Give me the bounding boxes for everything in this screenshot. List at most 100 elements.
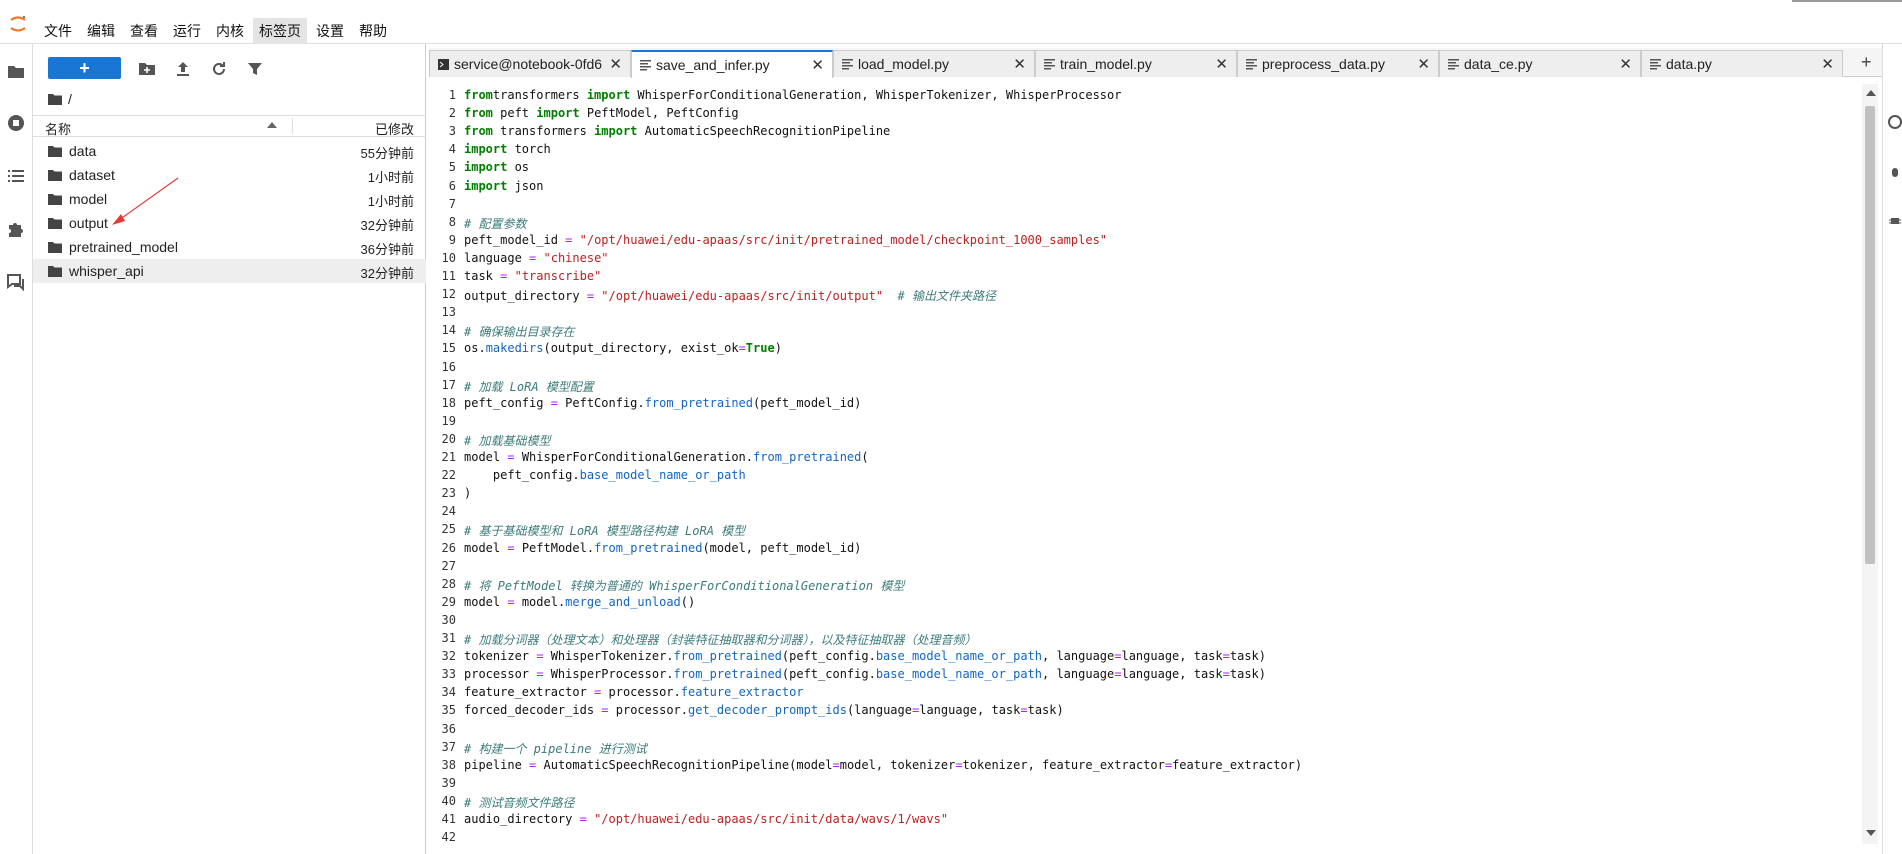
file-list-row[interactable]: output 32分钟前 — [33, 211, 426, 235]
code-line[interactable]: 20 # 加载基础模型 — [432, 432, 1872, 450]
code-line[interactable]: 6 import json — [432, 179, 1872, 197]
scroll-up-arrow-icon[interactable] — [1866, 90, 1876, 96]
new-folder-icon[interactable] — [138, 60, 156, 78]
code-line[interactable]: 24 — [432, 504, 1872, 522]
editor-tab[interactable]: train_model.py ✕ — [1035, 50, 1237, 77]
new-launcher-button[interactable]: + — [48, 57, 121, 79]
line-number: 28 — [441, 576, 456, 591]
code-line[interactable]: 22 peft_config.base_model_name_or_path — [432, 468, 1872, 486]
code-line[interactable]: 21 model = WhisperForConditionalGeneratio… — [432, 450, 1872, 468]
filter-icon[interactable] — [246, 60, 264, 78]
editor-tab[interactable]: data_ce.py ✕ — [1439, 50, 1641, 77]
folder-icon — [48, 170, 62, 181]
debugger-icon[interactable] — [1887, 164, 1902, 180]
code-editor[interactable]: 1 fromtransformers import WhisperForCondi… — [432, 84, 1880, 844]
code-line[interactable]: 29 model = model.merge_and_unload() — [432, 595, 1872, 613]
code-line[interactable]: 12 output_directory = "/opt/huawei/edu-ap… — [432, 287, 1872, 305]
close-icon[interactable]: ✕ — [1417, 55, 1430, 73]
code-line[interactable]: 7 — [432, 197, 1872, 215]
breadcrumb-root[interactable]: / — [68, 91, 72, 107]
code-line[interactable]: 31 # 加载分词器（处理文本）和处理器（封装特征抽取器和分词器），以及特征抽取器… — [432, 631, 1872, 649]
extension-puzzle-icon[interactable] — [6, 219, 26, 239]
file-list-row[interactable]: pretrained_model 36分钟前 — [33, 235, 426, 259]
scrollbar-thumb[interactable] — [1865, 106, 1875, 564]
menu-item[interactable]: 编辑 — [81, 18, 121, 44]
close-icon[interactable]: ✕ — [609, 55, 622, 73]
folder-icon[interactable] — [48, 93, 62, 105]
code-line[interactable]: 3 from transformers import AutomaticSpeec… — [432, 124, 1872, 142]
menu-item[interactable]: 运行 — [167, 18, 207, 44]
file-list-row[interactable]: model 1小时前 — [33, 187, 426, 211]
close-icon[interactable]: ✕ — [811, 56, 824, 74]
file-list-row[interactable]: data 55分钟前 — [33, 139, 426, 163]
code-line[interactable]: 5 import os — [432, 160, 1872, 178]
code-line[interactable]: 25 # 基于基础模型和 LoRA 模型路径构建 LoRA 模型 — [432, 522, 1872, 540]
close-icon[interactable]: ✕ — [1619, 55, 1632, 73]
scroll-down-arrow-icon[interactable] — [1866, 830, 1876, 836]
code-line[interactable]: 27 — [432, 559, 1872, 577]
editor-tab[interactable]: load_model.py ✕ — [833, 50, 1035, 77]
refresh-icon[interactable] — [210, 60, 228, 78]
code-line[interactable]: 33 processor = WhisperProcessor.from_pret… — [432, 667, 1872, 685]
code-line[interactable]: 42 — [432, 830, 1872, 844]
code-line[interactable]: 14 # 确保输出目录存在 — [432, 323, 1872, 341]
menu-item[interactable]: 标签页 — [253, 18, 307, 44]
menu-item[interactable]: 内核 — [210, 18, 250, 44]
close-icon[interactable]: ✕ — [1013, 55, 1026, 73]
code-token: = — [579, 812, 587, 826]
close-icon[interactable]: ✕ — [1215, 55, 1228, 73]
code-line[interactable]: 16 — [432, 360, 1872, 378]
code-line[interactable]: 11 task = "transcribe" — [432, 269, 1872, 287]
upload-icon[interactable] — [174, 60, 192, 78]
menu-item[interactable]: 查看 — [124, 18, 164, 44]
toc-list-icon[interactable] — [6, 166, 26, 186]
code-line[interactable]: 13 — [432, 305, 1872, 323]
code-line[interactable]: 23) — [432, 486, 1872, 504]
code-line[interactable]: 26 model = PeftModel.from_pretrained(mode… — [432, 541, 1872, 559]
code-line[interactable]: 17 # 加载 LoRA 模型配置 — [432, 378, 1872, 396]
column-header-modified[interactable]: 已修改 — [375, 119, 414, 138]
code-line[interactable]: 36 — [432, 722, 1872, 740]
chat-icon[interactable] — [6, 272, 26, 292]
code-line[interactable]: 34 feature_extractor = processor.feature_… — [432, 685, 1872, 703]
menu-item[interactable]: 文件 — [38, 18, 78, 44]
folder-icon[interactable] — [6, 62, 26, 82]
code-line[interactable]: 40 # 测试音频文件路径 — [432, 794, 1872, 812]
bug-icon[interactable] — [1887, 212, 1902, 228]
code-line[interactable]: 10 language = "chinese" — [432, 251, 1872, 269]
code-line[interactable]: 2 from peft import PeftModel, PeftConfig — [432, 106, 1872, 124]
code-line[interactable]: 18 peft_config = PeftConfig.from_pretrain… — [432, 396, 1872, 414]
code-token: = — [507, 450, 515, 464]
code-line[interactable]: 39 — [432, 776, 1872, 794]
code-text: import json — [464, 179, 543, 193]
code-token: os. — [464, 341, 486, 356]
code-line[interactable]: 19 — [432, 414, 1872, 432]
code-line[interactable]: 35 forced_decoder_ids = processor.get_dec… — [432, 703, 1872, 721]
file-list-row[interactable]: whisper_api 32分钟前 — [33, 259, 426, 283]
code-line[interactable]: 1 fromtransformers import WhisperForCondi… — [432, 88, 1872, 106]
code-line[interactable]: 32 tokenizer = WhisperTokenizer.from_pret… — [432, 649, 1872, 667]
sort-ascending-icon[interactable] — [267, 122, 277, 128]
editor-tab[interactable]: save_and_infer.py ✕ — [631, 50, 833, 78]
editor-tab[interactable]: data.py ✕ — [1641, 50, 1843, 77]
code-line[interactable]: 30 — [432, 613, 1872, 631]
close-icon[interactable]: ✕ — [1821, 55, 1834, 73]
menu-item[interactable]: 设置 — [310, 18, 350, 44]
add-tab-button[interactable]: + — [1861, 52, 1872, 73]
editor-tab[interactable]: preprocess_data.py ✕ — [1237, 50, 1439, 77]
menu-item[interactable]: 帮助 — [353, 18, 393, 44]
code-line[interactable]: 9 peft_model_id = "/opt/huawei/edu-apaas/… — [432, 233, 1872, 251]
property-inspector-icon[interactable] — [1887, 114, 1902, 130]
code-line[interactable]: 8 # 配置参数 — [432, 215, 1872, 233]
column-divider[interactable] — [292, 118, 293, 134]
running-icon[interactable] — [6, 113, 26, 133]
column-header-name[interactable]: 名称 — [45, 119, 71, 138]
code-line[interactable]: 41 audio_directory = "/opt/huawei/edu-apa… — [432, 812, 1872, 830]
code-line[interactable]: 28 # 将 PeftModel 转换为普通的 WhisperForConditi… — [432, 577, 1872, 595]
code-line[interactable]: 37 # 构建一个 pipeline 进行测试 — [432, 740, 1872, 758]
code-line[interactable]: 38 pipeline = AutomaticSpeechRecognitionP… — [432, 758, 1872, 776]
file-list-row[interactable]: dataset 1小时前 — [33, 163, 426, 187]
editor-tab[interactable]: service@notebook-0fd6 ✕ — [429, 50, 631, 77]
code-line[interactable]: 15 os.makedirs(output_directory, exist_ok… — [432, 341, 1872, 359]
code-line[interactable]: 4 import torch — [432, 142, 1872, 160]
